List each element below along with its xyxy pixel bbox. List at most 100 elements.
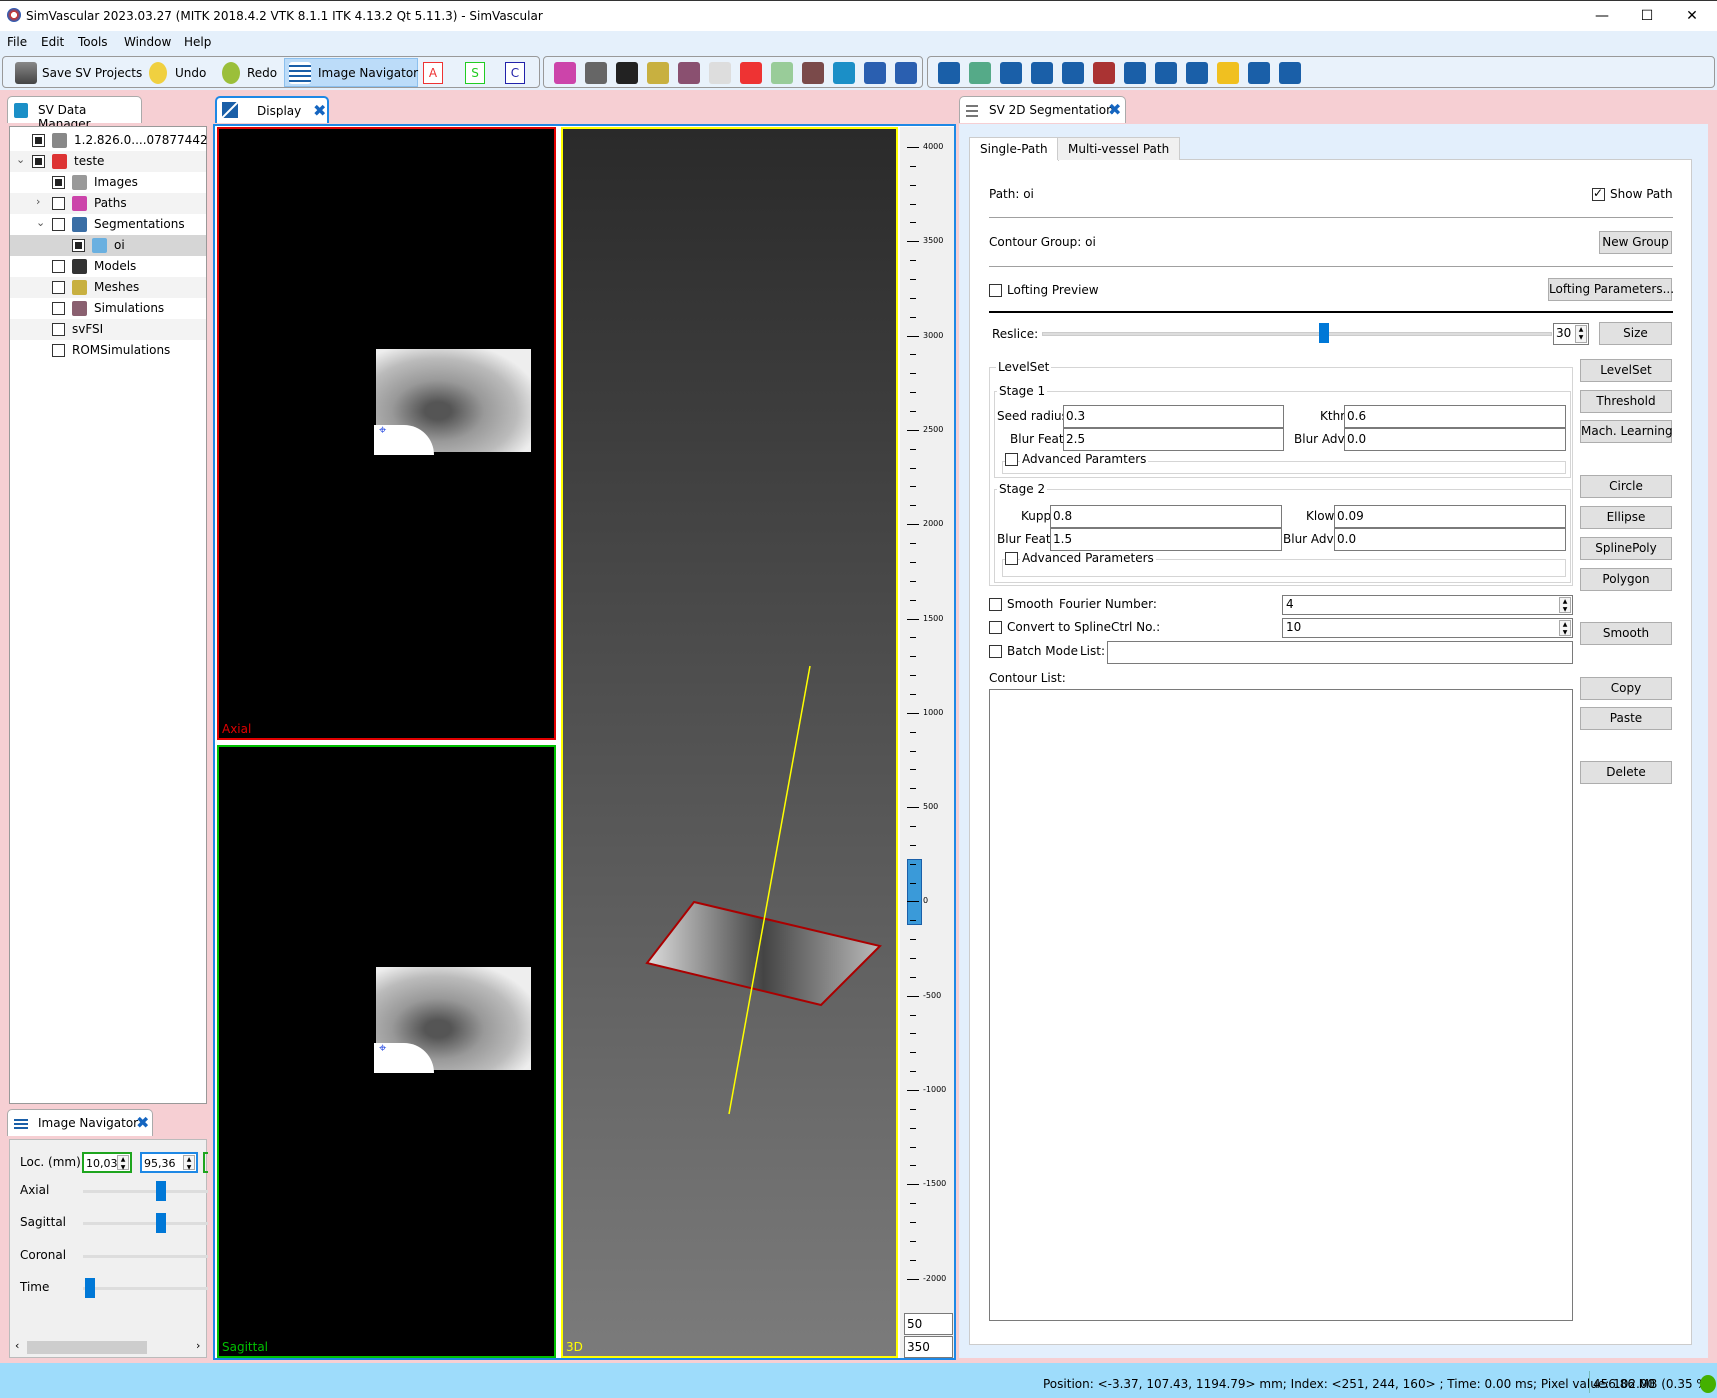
spin-arrows-icon[interactable]: ▲ ▼ (117, 1155, 129, 1171)
blur-feat-input-1[interactable]: 2.5 (1063, 428, 1284, 451)
data-manager-tab[interactable]: SV Data Manager (7, 96, 142, 131)
tab-single-path[interactable]: Single-Path (969, 137, 1059, 161)
window-input[interactable]: 350 (904, 1336, 953, 1358)
ctrl-no-spinbox[interactable]: 10 ▲ ▼ (1282, 618, 1573, 638)
archive-icon[interactable] (938, 62, 960, 84)
blur-adv-input-2[interactable]: 0.0 (1334, 528, 1566, 551)
python-icon[interactable] (1217, 62, 1239, 84)
splinepoly-button[interactable]: SplinePoly (1580, 537, 1672, 560)
loc-y-spinbox[interactable]: 95,36 ▲ ▼ (140, 1152, 198, 1173)
tree-item-models[interactable]: Models (10, 256, 206, 277)
chart-icon[interactable] (1248, 62, 1270, 84)
settings-icon[interactable] (1031, 62, 1053, 84)
eye-icon[interactable] (1279, 62, 1301, 84)
save-button[interactable]: Save SV Projects (42, 61, 142, 85)
spin-arrows-icon[interactable]: ▲ ▼ (1575, 325, 1587, 343)
simulation-icon[interactable] (678, 62, 700, 84)
sagittal-slider[interactable] (83, 1213, 208, 1233)
segmentation-tab[interactable]: SV 2D Segmentation ✖ (959, 96, 1126, 123)
new-group-button[interactable]: New Group (1599, 231, 1672, 254)
coronal-view-button[interactable]: C (505, 62, 525, 84)
pen-icon[interactable] (864, 62, 886, 84)
tree-item-teste[interactable]: ⌄ teste (10, 151, 206, 172)
paste-button[interactable]: Paste (1580, 707, 1672, 730)
time-slider-thumb[interactable] (85, 1278, 95, 1298)
axial-slider[interactable] (83, 1181, 208, 1201)
surface-icon[interactable] (771, 62, 793, 84)
color-map-icon[interactable] (740, 62, 762, 84)
close-window-button[interactable]: ✕ (1672, 5, 1712, 27)
scroll-right-icon[interactable]: › (196, 1339, 200, 1352)
fourier-number-spinbox[interactable]: 4 ▲ ▼ (1282, 595, 1573, 615)
tree-item-segmentations[interactable]: ⌄ Segmentations (10, 214, 206, 235)
tree-item-1-2-826-0-07877442[interactable]: 1.2.826.0....07877442 (10, 130, 208, 151)
smooth-button[interactable]: Smooth (1580, 622, 1672, 645)
database-icon[interactable] (833, 62, 855, 84)
time-slider[interactable] (83, 1278, 208, 1298)
tree-item-oi[interactable]: oi (10, 235, 206, 256)
wrench-icon[interactable] (895, 62, 917, 84)
tools-icon[interactable] (1155, 62, 1177, 84)
delete-button[interactable]: Delete (1580, 761, 1672, 784)
machine-learning-button[interactable]: Mach. Learning (1580, 420, 1673, 443)
tree-item-svfsi[interactable]: svFSI (10, 319, 206, 340)
smooth-checkbox[interactable] (989, 598, 1002, 611)
visibility-checkbox[interactable] (32, 134, 45, 147)
advanced-params-checkbox-2[interactable] (1005, 552, 1018, 565)
kupp-input[interactable]: 0.8 (1050, 505, 1282, 528)
visibility-checkbox[interactable] (52, 260, 65, 273)
image-navigator-tab[interactable]: Image Navigator ✖ (7, 1109, 153, 1136)
axial-slider-thumb[interactable] (155, 1181, 166, 1201)
loc-z-spinbox[interactable] (203, 1152, 208, 1173)
lofting-preview-checkbox[interactable] (989, 284, 1002, 297)
sagittal-slider-thumb[interactable] (155, 1213, 166, 1233)
chevron-down-icon[interactable]: ⌄ (36, 216, 45, 229)
image-navigator-button[interactable]: Image Navigator (284, 58, 418, 87)
menu-tools[interactable]: Tools (78, 35, 108, 49)
visibility-checkbox[interactable] (52, 281, 65, 294)
circle-button[interactable]: Circle (1580, 475, 1672, 498)
ellipse-button[interactable]: Ellipse (1580, 506, 1672, 529)
horizontal-scrollbar[interactable]: ‹ › (12, 1339, 206, 1356)
menu-file[interactable]: File (7, 35, 27, 49)
advanced-params-checkbox-1[interactable] (1005, 453, 1018, 466)
redo-button[interactable]: Redo (247, 61, 277, 85)
path-icon[interactable] (554, 62, 576, 84)
axial-view[interactable]: ⌖ Axial (217, 127, 556, 740)
sagittal-view[interactable]: ⌖ Sagittal (217, 745, 556, 1358)
branch-icon[interactable] (709, 62, 731, 84)
size-button[interactable]: Size (1599, 322, 1672, 345)
spin-arrows-icon[interactable]: ▲ ▼ (1559, 597, 1571, 613)
3d-view[interactable]: 3D (561, 127, 898, 1358)
zoom-icon[interactable] (1062, 62, 1084, 84)
menu-edit[interactable]: Edit (41, 35, 64, 49)
visibility-checkbox[interactable] (52, 218, 65, 231)
minimize-button[interactable]: — (1582, 5, 1622, 27)
chevron-right-icon[interactable]: › (36, 195, 40, 208)
visibility-checkbox[interactable] (52, 176, 65, 189)
level-window-bar[interactable] (907, 858, 922, 925)
segmentation-icon[interactable] (585, 62, 607, 84)
sagittal-view-button[interactable]: S (465, 62, 485, 84)
close-tab-icon[interactable]: ✖ (1108, 100, 1121, 119)
polygon-button[interactable]: Polygon (1580, 568, 1672, 591)
visibility-checkbox[interactable] (52, 323, 65, 336)
reslice-slider[interactable] (1042, 323, 1552, 343)
table-icon[interactable] (1186, 62, 1208, 84)
klow-input[interactable]: 0.09 (1334, 505, 1566, 528)
close-tab-icon[interactable]: ✖ (313, 101, 326, 120)
levelset-button[interactable]: LevelSet (1580, 359, 1672, 382)
visibility-checkbox[interactable] (52, 344, 65, 357)
visibility-checkbox[interactable] (52, 302, 65, 315)
help-icon[interactable] (1000, 62, 1022, 84)
list-icon[interactable] (1124, 62, 1146, 84)
menu-window[interactable]: Window (124, 35, 171, 49)
chevron-down-icon[interactable]: ⌄ (16, 153, 25, 166)
batch-list-input[interactable] (1107, 641, 1573, 664)
copy-button[interactable]: Copy (1580, 677, 1672, 700)
close-tab-icon[interactable]: ✖ (136, 1113, 149, 1132)
visibility-checkbox[interactable] (32, 155, 45, 168)
measure-icon[interactable] (1093, 62, 1115, 84)
blur-feat-input-2[interactable]: 1.5 (1050, 528, 1282, 551)
visibility-checkbox[interactable] (72, 239, 85, 252)
